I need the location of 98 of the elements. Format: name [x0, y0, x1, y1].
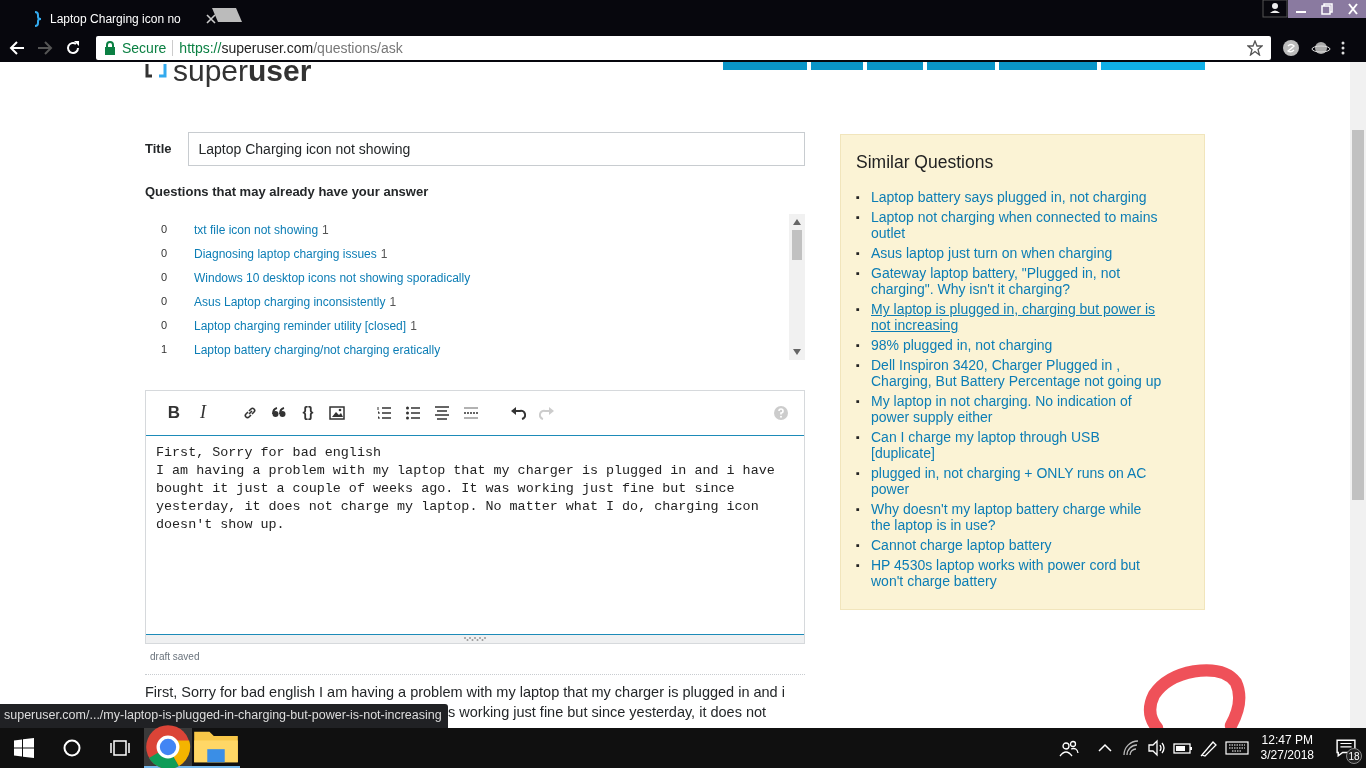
bullet: ▪ — [856, 210, 861, 226]
action-center-button[interactable]: 18 — [1326, 728, 1366, 768]
circle-icon[interactable] — [61, 737, 83, 759]
question-link[interactable]: Gateway laptop battery, "Plugged in, not charging". Why isn't it charging? — [871, 265, 1163, 298]
panel-title: Similar Questions — [856, 151, 995, 174]
bold-button[interactable]: B — [162, 401, 186, 424]
volume-icon[interactable] — [1146, 739, 1167, 757]
forward-icon[interactable] — [36, 39, 54, 57]
bullet: ▪ — [856, 502, 861, 518]
keyboard-icon[interactable] — [1224, 739, 1249, 757]
question-link[interactable]: Diagnosing laptop charging issues — [194, 244, 377, 263]
image-icon[interactable] — [329, 404, 345, 421]
scroll-down-icon[interactable] — [793, 348, 801, 355]
profile-icon[interactable] — [1262, 0, 1288, 18]
bullet: ▪ — [856, 538, 861, 554]
question-link[interactable]: 98% plugged in, not charging — [871, 337, 1053, 354]
star-icon[interactable] — [1247, 40, 1263, 56]
wifi-icon[interactable] — [1120, 739, 1141, 757]
answer-count: 1 — [389, 293, 397, 311]
address-bar[interactable]: Secure https://superuser.com/questions/ask — [96, 36, 1271, 60]
page-url: https://superuser.com/questions/ask — [179, 38, 403, 58]
vote-count: 0 — [161, 318, 169, 334]
numbered-list-icon[interactable] — [376, 404, 392, 421]
horizontal-rule-icon[interactable] — [463, 404, 479, 421]
scrollbar[interactable] — [789, 213, 805, 360]
vote-count: 0 — [161, 222, 169, 238]
reload-icon[interactable] — [64, 39, 82, 57]
resize-handle[interactable] — [146, 634, 804, 643]
link-icon[interactable] — [242, 404, 258, 421]
bullet: ▪ — [856, 558, 861, 574]
question-link[interactable]: Laptop battery charging/not charging eratically — [194, 340, 441, 359]
vote-count: 0 — [161, 270, 169, 286]
new-tab-button[interactable] — [212, 8, 242, 22]
lock-icon — [104, 41, 116, 55]
question-link[interactable]: Windows 10 desktop icons not showing sporadically — [194, 268, 471, 287]
answer-count: 1 — [322, 221, 329, 239]
menu-icon[interactable] — [1341, 40, 1345, 56]
back-icon[interactable] — [8, 39, 26, 57]
bullet: ▪ — [856, 190, 861, 206]
scrollbar-thumb[interactable] — [792, 229, 802, 260]
preview-text: First, Sorry for bad english I am having a problem with my laptop that my charger is plugged in and i — [145, 682, 786, 702]
answer-editor[interactable] — [145, 389, 805, 644]
question-link[interactable]: Laptop charging reminder utility [closed] — [194, 316, 407, 335]
answer-body-field[interactable]: First, Sorry for bad english I am having a problem with my laptop that my charger is plugged in and i have bought it just a couple of weeks ago. It was working just fine but since yesterday, it does not charge my laptop. No matter what I do, charging icon doesn't show up. — [146, 434, 804, 635]
bullet: ▪ — [856, 358, 861, 374]
people-icon[interactable] — [1058, 739, 1079, 757]
question-link[interactable]: plugged in, not charging + ONLY runs on AC power — [871, 465, 1163, 498]
pen-icon[interactable] — [1198, 739, 1219, 757]
bullet: ▪ — [856, 246, 861, 262]
vote-count: 1 — [161, 342, 169, 358]
logo-mark-icon — [145, 64, 167, 78]
bullet: ▪ — [856, 338, 861, 354]
site-favicon-icon — [34, 11, 42, 27]
question-link[interactable]: Laptop battery says plugged in, not charging — [871, 189, 1147, 206]
question-link[interactable]: Why doesn't my laptop battery charge while the laptop is in use? — [871, 501, 1163, 534]
bullet: ▪ — [856, 266, 861, 282]
close-window-icon[interactable] — [1340, 0, 1366, 18]
preview-text: s working just fine but since yesterday, it does not — [448, 702, 768, 722]
close-tab-icon[interactable] — [206, 14, 216, 24]
question-link[interactable]: My laptop in not charging. No indication of power supply either — [871, 393, 1163, 426]
bullet-list-icon[interactable] — [405, 404, 421, 421]
scrollbar-thumb[interactable] — [1352, 130, 1364, 500]
question-link[interactable]: My laptop is plugged in, charging but power is not increasing — [871, 301, 1163, 334]
question-link[interactable]: Asus Laptop charging inconsistently — [194, 292, 386, 311]
undo-icon[interactable] — [510, 404, 526, 421]
bullet: ▪ — [856, 302, 861, 318]
italic-button[interactable]: I — [191, 401, 215, 424]
page-scrollbar[interactable] — [1350, 62, 1366, 728]
question-link[interactable]: Dell Inspiron 3420, Charger Plugged in , Charging, But Battery Percentage not going up — [871, 357, 1163, 390]
title-label: Title — [145, 140, 172, 159]
extension-icon[interactable] — [1281, 38, 1301, 58]
secure-label: Secure — [122, 38, 167, 58]
suggestions-heading: Questions that may already have your answer — [145, 183, 430, 201]
question-link[interactable]: Asus laptop just turn on when charging — [871, 245, 1113, 262]
bullet: ▪ — [856, 394, 861, 410]
bullet: ▪ — [856, 466, 861, 482]
question-link[interactable]: txt file icon not showing — [194, 220, 319, 239]
bullet: ▪ — [856, 430, 861, 446]
minimize-icon[interactable] — [1288, 0, 1314, 18]
question-link[interactable]: Cannot charge laptop battery — [871, 537, 1052, 554]
site-logo[interactable]: superuser — [145, 62, 312, 86]
draft-status: draft saved — [150, 649, 201, 664]
windows-logo-icon[interactable] — [13, 737, 35, 759]
question-link[interactable]: Laptop not charging when connected to mains outlet — [871, 209, 1163, 242]
browser-taskbar-button[interactable] — [144, 728, 192, 768]
heading-icon[interactable] — [434, 404, 450, 421]
tab-title[interactable]: Laptop Charging icon no — [50, 10, 181, 28]
clock[interactable]: 12:47 PM 3/27/2018 — [1254, 733, 1320, 763]
vote-count: 0 — [161, 294, 169, 310]
code-button[interactable]: {} — [296, 401, 320, 424]
vote-count: 0 — [161, 246, 169, 262]
title-input[interactable]: Laptop Charging icon not showing — [187, 132, 805, 166]
task-view-icon[interactable] — [109, 737, 131, 759]
question-link[interactable]: HP 4530s laptop works with power cord but won't charge battery — [871, 557, 1163, 590]
answer-count: 1 — [380, 245, 388, 263]
answer-count: 1 — [410, 317, 417, 335]
status-url-tooltip: superuser.com/.../my-laptop-is-plugged-in-charging-but-power-is-not-increasing — [0, 704, 448, 728]
scroll-up-icon[interactable] — [793, 218, 801, 225]
